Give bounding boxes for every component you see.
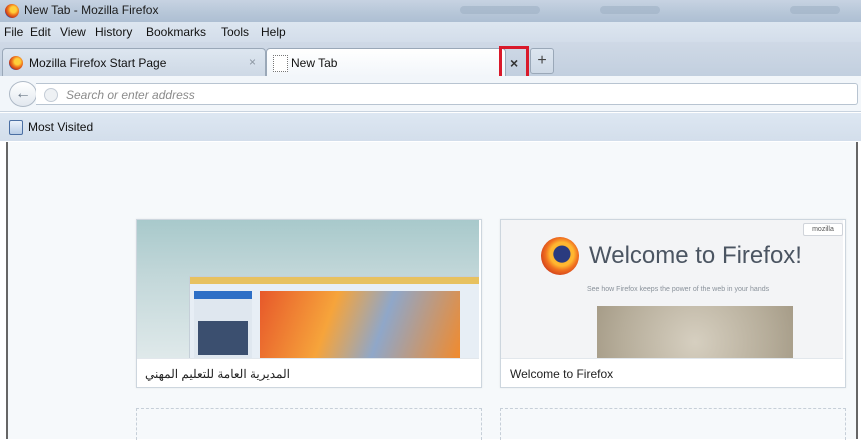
menu-bar: File Edit View History Bookmarks Tools H… — [0, 22, 861, 42]
firefox-favicon-icon — [9, 56, 23, 70]
sidebar-image — [198, 321, 248, 355]
menu-history[interactable]: History — [95, 25, 132, 39]
tab-start-page[interactable]: Mozilla Firefox Start Page × — [2, 48, 266, 77]
firefox-logo-icon — [541, 237, 579, 275]
firefox-logo-icon — [5, 4, 19, 18]
window-title: New Tab - Mozilla Firefox — [24, 3, 159, 17]
bookmark-most-visited[interactable]: Most Visited — [28, 120, 93, 134]
site-preview — [189, 276, 479, 358]
back-arrow-icon: ← — [15, 85, 31, 102]
site-tile[interactable]: mozilla Welcome to Firefox! See how Fire… — [500, 219, 846, 388]
tile-thumbnail — [137, 220, 479, 358]
tab-label: Mozilla Firefox Start Page — [29, 56, 167, 70]
tile-caption: المديرية العامة للتعليم المهني — [137, 358, 479, 387]
title-bar: New Tab - Mozilla Firefox — [0, 0, 861, 22]
menu-tools[interactable]: Tools — [221, 25, 249, 39]
close-tab-button[interactable]: × — [499, 46, 529, 80]
preview-title: Welcome to Firefox! — [589, 242, 802, 269]
tile-title: Welcome to Firefox — [510, 367, 614, 381]
tab-strip: Mozilla Firefox Start Page × New Tab — [0, 42, 861, 77]
blank-page-icon — [273, 55, 288, 72]
blurred-background — [460, 6, 540, 14]
address-bar[interactable] — [36, 83, 858, 105]
menu-help[interactable]: Help — [261, 25, 286, 39]
tab-new-tab[interactable]: New Tab — [266, 48, 506, 77]
empty-tile — [136, 408, 482, 440]
tab-label: New Tab — [291, 56, 338, 70]
blurred-background — [600, 6, 660, 14]
site-sidebar — [194, 291, 252, 358]
bookmark-folder-icon — [9, 120, 23, 135]
menu-view[interactable]: View — [60, 25, 86, 39]
menu-edit[interactable]: Edit — [30, 25, 51, 39]
empty-tile — [500, 408, 846, 440]
sidebar-bar — [194, 291, 252, 299]
site-banner — [260, 291, 460, 358]
site-header — [190, 277, 479, 284]
search-input[interactable] — [64, 86, 848, 104]
tile-thumbnail: mozilla Welcome to Firefox! See how Fire… — [501, 220, 843, 358]
close-icon: × — [510, 55, 519, 71]
site-tile[interactable]: المديرية العامة للتعليم المهني — [136, 219, 482, 388]
back-button[interactable]: ← — [9, 81, 37, 107]
identity-icon — [44, 88, 58, 102]
new-tab-button[interactable]: + — [530, 48, 554, 74]
tile-caption: Welcome to Firefox — [501, 358, 843, 387]
bookmarks-toolbar: Most Visited — [0, 113, 861, 141]
blurred-background — [790, 6, 840, 14]
tile-title: المديرية العامة للتعليم المهني — [145, 367, 290, 381]
preview-subtitle: See how Firefox keeps the power of the w… — [587, 286, 770, 293]
tab-close-icon[interactable]: × — [249, 55, 256, 69]
preview-video — [597, 306, 793, 358]
menu-bookmarks[interactable]: Bookmarks — [146, 25, 206, 39]
mozilla-tag: mozilla — [803, 223, 843, 236]
menu-file[interactable]: File — [4, 25, 23, 39]
